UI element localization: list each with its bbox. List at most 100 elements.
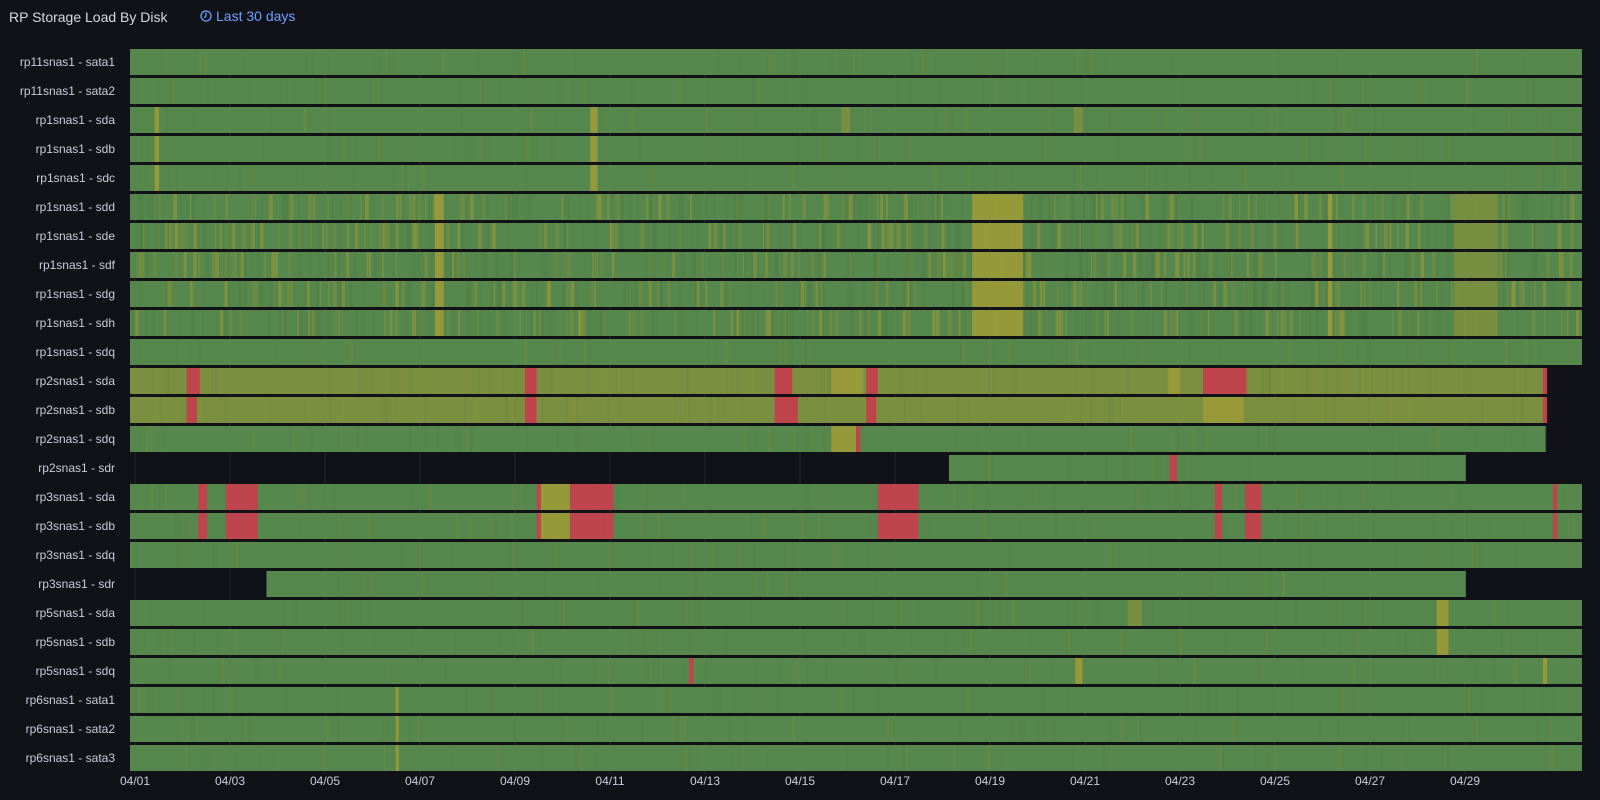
row-event[interactable] xyxy=(831,368,864,394)
row-bar[interactable] xyxy=(130,716,1582,742)
row-texture xyxy=(655,658,657,684)
row-event[interactable] xyxy=(1214,513,1222,539)
row-event[interactable] xyxy=(1436,600,1449,626)
row-event[interactable] xyxy=(225,484,241,510)
row-event[interactable] xyxy=(1168,368,1180,394)
row-event[interactable] xyxy=(689,658,694,684)
row-event[interactable] xyxy=(590,107,598,133)
row-bar[interactable] xyxy=(130,687,1582,713)
row-bar[interactable] xyxy=(948,455,1466,481)
row-event[interactable] xyxy=(1542,658,1548,684)
row-event[interactable] xyxy=(831,426,856,452)
row-event[interactable] xyxy=(1327,223,1333,249)
row-event[interactable] xyxy=(972,281,1023,307)
row-event[interactable] xyxy=(434,252,444,278)
row-event[interactable] xyxy=(569,484,614,510)
row-event[interactable] xyxy=(240,513,258,539)
row-event[interactable] xyxy=(1552,513,1558,539)
row-event[interactable] xyxy=(1203,368,1247,394)
row-event[interactable] xyxy=(1245,513,1262,539)
row-event[interactable] xyxy=(590,165,598,191)
row-event[interactable] xyxy=(240,484,258,510)
row-event[interactable] xyxy=(1127,600,1143,626)
row-event[interactable] xyxy=(569,513,614,539)
row-event[interactable] xyxy=(1168,397,1177,423)
row-event[interactable] xyxy=(972,252,1023,278)
row-bar[interactable] xyxy=(130,658,1582,684)
row-event[interactable] xyxy=(198,513,207,539)
row-event[interactable] xyxy=(1327,252,1333,278)
row-texture xyxy=(882,223,885,249)
row-texture xyxy=(202,223,206,249)
row-event[interactable] xyxy=(1245,484,1262,510)
row-event[interactable] xyxy=(1169,455,1177,481)
row-event[interactable] xyxy=(154,107,160,133)
row-event[interactable] xyxy=(434,223,444,249)
row-texture xyxy=(1068,339,1070,365)
row-event[interactable] xyxy=(395,716,399,742)
row-texture xyxy=(591,571,594,597)
row-bar[interactable] xyxy=(130,484,1582,510)
row-texture xyxy=(681,745,683,771)
row-event[interactable] xyxy=(198,484,207,510)
row-event[interactable] xyxy=(877,484,919,510)
row-event[interactable] xyxy=(1327,310,1333,336)
row-bar[interactable] xyxy=(130,107,1582,133)
row-bar[interactable] xyxy=(130,165,1582,191)
row-event[interactable] xyxy=(972,310,1023,336)
row-event[interactable] xyxy=(434,194,444,220)
row-event[interactable] xyxy=(186,397,197,423)
row-event[interactable] xyxy=(1214,484,1222,510)
row-event[interactable] xyxy=(866,368,878,394)
row-event[interactable] xyxy=(831,397,864,423)
row-event[interactable] xyxy=(395,745,399,771)
row-texture xyxy=(972,484,974,510)
row-event[interactable] xyxy=(856,426,861,452)
row-event[interactable] xyxy=(536,484,541,510)
row-event[interactable] xyxy=(1454,310,1498,336)
row-texture xyxy=(1095,194,1098,220)
row-texture xyxy=(1513,368,1515,394)
row-event[interactable] xyxy=(1203,397,1244,423)
row-event[interactable] xyxy=(524,368,537,394)
row-bar[interactable] xyxy=(130,745,1582,771)
row-event[interactable] xyxy=(1542,397,1548,423)
row-event[interactable] xyxy=(395,687,399,713)
row-event[interactable] xyxy=(1542,368,1548,394)
row-event[interactable] xyxy=(434,310,444,336)
row-event[interactable] xyxy=(225,513,241,539)
row-event[interactable] xyxy=(1073,107,1083,133)
row-event[interactable] xyxy=(590,136,598,162)
row-event[interactable] xyxy=(972,223,1023,249)
row-event[interactable] xyxy=(1454,281,1498,307)
row-event[interactable] xyxy=(774,397,798,423)
row-event[interactable] xyxy=(1454,252,1498,278)
row-bar[interactable] xyxy=(130,49,1582,75)
row-event[interactable] xyxy=(186,368,200,394)
row-event[interactable] xyxy=(540,513,570,539)
row-texture xyxy=(243,223,247,249)
row-event[interactable] xyxy=(1075,658,1083,684)
row-event[interactable] xyxy=(1327,194,1333,220)
row-event[interactable] xyxy=(536,513,541,539)
row-texture xyxy=(170,397,172,423)
row-bar[interactable] xyxy=(130,629,1582,655)
row-event[interactable] xyxy=(1327,281,1333,307)
row-event[interactable] xyxy=(154,165,160,191)
row-event[interactable] xyxy=(1552,484,1558,510)
row-bar[interactable] xyxy=(266,571,1466,597)
row-event[interactable] xyxy=(524,397,537,423)
row-event[interactable] xyxy=(877,513,919,539)
row-event[interactable] xyxy=(972,194,1023,220)
row-texture xyxy=(611,194,614,220)
row-event[interactable] xyxy=(1454,223,1498,249)
row-event[interactable] xyxy=(1454,194,1498,220)
row-bar[interactable] xyxy=(130,513,1582,539)
row-event[interactable] xyxy=(841,107,851,133)
row-event[interactable] xyxy=(154,136,160,162)
row-event[interactable] xyxy=(866,397,877,423)
row-event[interactable] xyxy=(774,368,793,394)
row-event[interactable] xyxy=(1436,629,1449,655)
row-event[interactable] xyxy=(540,484,570,510)
row-event[interactable] xyxy=(434,281,444,307)
